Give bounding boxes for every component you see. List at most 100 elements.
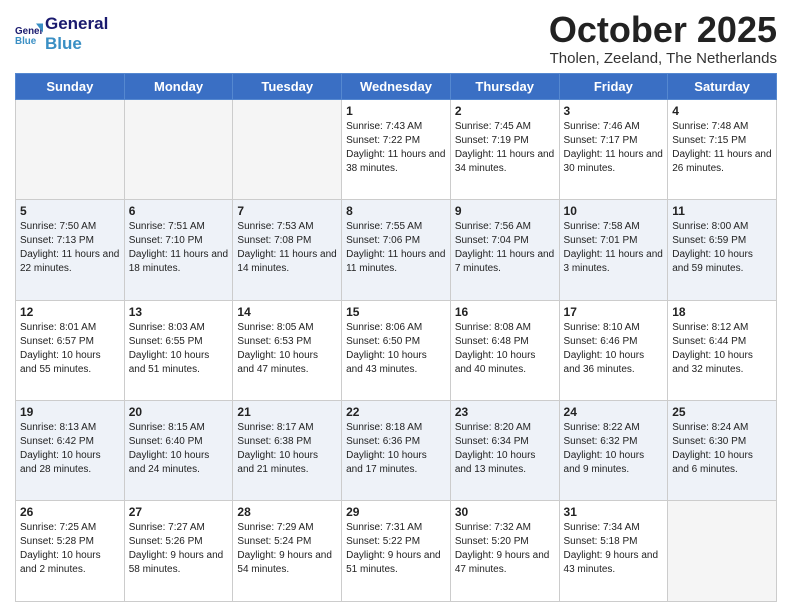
day-info: Sunrise: 8:00 AMSunset: 6:59 PMDaylight:… [672,220,772,276]
calendar-week-row: 1 Sunrise: 7:43 AMSunset: 7:22 PMDaylight… [16,99,777,199]
calendar-cell: 31Sunrise: 7:34 AMSunset: 5:18 PMDayligh… [559,501,668,602]
day-number: 8 [346,204,446,218]
day-number: 15 [346,305,446,319]
logo-general: General [45,14,108,34]
day-number: 12 [20,305,120,319]
day-info: Sunrise: 8:10 AMSunset: 6:46 PMDaylight:… [564,321,664,377]
calendar-cell [16,99,125,199]
calendar-cell: 17 Sunrise: 8:10 AMSunset: 6:46 PMDayligh… [559,300,668,400]
weekday-header-thursday: Thursday [450,73,559,99]
calendar-table: SundayMondayTuesdayWednesdayThursdayFrid… [15,73,777,602]
day-number: 13 [129,305,229,319]
calendar-cell [233,99,342,199]
day-info: Sunrise: 8:22 AMSunset: 6:32 PMDaylight:… [564,421,664,477]
logo-blue: Blue [45,34,108,54]
calendar-cell [668,501,777,602]
calendar-cell: 27Sunrise: 7:27 AMSunset: 5:26 PMDayligh… [124,501,233,602]
day-number: 17 [564,305,664,319]
day-number: 18 [672,305,772,319]
day-info: Sunrise: 7:27 AMSunset: 5:26 PMDaylight:… [129,521,229,577]
day-info: Sunrise: 7:51 AMSunset: 7:10 PMDaylight:… [129,220,229,276]
calendar-cell: 7 Sunrise: 7:53 AMSunset: 7:08 PMDaylight… [233,200,342,300]
weekday-header-row: SundayMondayTuesdayWednesdayThursdayFrid… [16,73,777,99]
day-number: 1 [346,104,446,118]
calendar-cell: 30 Sunrise: 7:32 AMSunset: 5:20 PMDayligh… [450,501,559,602]
location-subtitle: Tholen, Zeeland, The Netherlands [549,50,777,67]
calendar-cell: 28 Sunrise: 7:29 AMSunset: 5:24 PMDayligh… [233,501,342,602]
day-info: Sunrise: 8:05 AMSunset: 6:53 PMDaylight:… [237,321,337,377]
calendar-cell: 16 Sunrise: 8:08 AMSunset: 6:48 PMDayligh… [450,300,559,400]
day-info: Sunrise: 7:50 AMSunset: 7:13 PMDaylight:… [20,220,120,276]
calendar-cell: 18 Sunrise: 8:12 AMSunset: 6:44 PMDayligh… [668,300,777,400]
weekday-header-sunday: Sunday [16,73,125,99]
weekday-header-wednesday: Wednesday [342,73,451,99]
day-number: 20 [129,405,229,419]
header: General Blue General Blue October 2025 T… [15,10,777,67]
calendar-cell: 19 Sunrise: 8:13 AMSunset: 6:42 PMDayligh… [16,401,125,501]
calendar-week-row: 12Sunrise: 8:01 AMSunset: 6:57 PMDayligh… [16,300,777,400]
calendar-cell: 26 Sunrise: 7:25 AMSunset: 5:28 PMDayligh… [16,501,125,602]
calendar-cell: 3 Sunrise: 7:46 AMSunset: 7:17 PMDaylight… [559,99,668,199]
day-number: 24 [564,405,664,419]
day-number: 26 [20,505,120,519]
day-info: Sunrise: 8:24 AMSunset: 6:30 PMDaylight:… [672,421,772,477]
day-info: Sunrise: 8:15 AMSunset: 6:40 PMDaylight:… [129,421,229,477]
day-number: 14 [237,305,337,319]
calendar-cell: 4 Sunrise: 7:48 AMSunset: 7:15 PMDaylight… [668,99,777,199]
month-title: October 2025 [549,10,777,50]
weekday-header-monday: Monday [124,73,233,99]
calendar-week-row: 19 Sunrise: 8:13 AMSunset: 6:42 PMDayligh… [16,401,777,501]
calendar-cell: 2 Sunrise: 7:45 AMSunset: 7:19 PMDaylight… [450,99,559,199]
day-info: Sunrise: 7:58 AMSunset: 7:01 PMDaylight:… [564,220,664,276]
day-number: 23 [455,405,555,419]
weekday-header-friday: Friday [559,73,668,99]
day-info: Sunrise: 8:12 AMSunset: 6:44 PMDaylight:… [672,321,772,377]
title-block: October 2025 Tholen, Zeeland, The Nether… [549,10,777,67]
day-info: Sunrise: 7:32 AMSunset: 5:20 PMDaylight:… [455,521,555,577]
svg-text:Blue: Blue [15,35,37,46]
day-info: Sunrise: 7:46 AMSunset: 7:17 PMDaylight:… [564,120,664,176]
page: General Blue General Blue October 2025 T… [0,0,792,612]
day-number: 5 [20,204,120,218]
calendar-cell: 13Sunrise: 8:03 AMSunset: 6:55 PMDayligh… [124,300,233,400]
logo: General Blue General Blue [15,14,108,53]
day-number: 22 [346,405,446,419]
weekday-header-tuesday: Tuesday [233,73,342,99]
day-number: 29 [346,505,446,519]
day-info: Sunrise: 8:13 AMSunset: 6:42 PMDaylight:… [20,421,120,477]
calendar-cell: 1 Sunrise: 7:43 AMSunset: 7:22 PMDaylight… [342,99,451,199]
calendar-week-row: 26 Sunrise: 7:25 AMSunset: 5:28 PMDayligh… [16,501,777,602]
weekday-header-saturday: Saturday [668,73,777,99]
day-info: Sunrise: 7:25 AMSunset: 5:28 PMDaylight:… [20,521,120,577]
calendar-cell: 15 Sunrise: 8:06 AMSunset: 6:50 PMDayligh… [342,300,451,400]
day-number: 3 [564,104,664,118]
calendar-cell [124,99,233,199]
day-number: 25 [672,405,772,419]
day-number: 16 [455,305,555,319]
calendar-cell: 25 Sunrise: 8:24 AMSunset: 6:30 PMDayligh… [668,401,777,501]
day-number: 7 [237,204,337,218]
day-info: Sunrise: 7:31 AMSunset: 5:22 PMDaylight:… [346,521,446,577]
day-info: Sunrise: 8:08 AMSunset: 6:48 PMDaylight:… [455,321,555,377]
day-info: Sunrise: 8:17 AMSunset: 6:38 PMDaylight:… [237,421,337,477]
calendar-cell: 5 Sunrise: 7:50 AMSunset: 7:13 PMDaylight… [16,200,125,300]
calendar-week-row: 5 Sunrise: 7:50 AMSunset: 7:13 PMDaylight… [16,200,777,300]
day-info: Sunrise: 7:48 AMSunset: 7:15 PMDaylight:… [672,120,772,176]
day-info: Sunrise: 7:45 AMSunset: 7:19 PMDaylight:… [455,120,555,176]
day-info: Sunrise: 8:20 AMSunset: 6:34 PMDaylight:… [455,421,555,477]
day-number: 28 [237,505,337,519]
day-number: 19 [20,405,120,419]
day-number: 2 [455,104,555,118]
day-info: Sunrise: 8:06 AMSunset: 6:50 PMDaylight:… [346,321,446,377]
day-info: Sunrise: 7:56 AMSunset: 7:04 PMDaylight:… [455,220,555,276]
day-number: 4 [672,104,772,118]
day-info: Sunrise: 7:29 AMSunset: 5:24 PMDaylight:… [237,521,337,577]
day-info: Sunrise: 7:43 AMSunset: 7:22 PMDaylight:… [346,120,446,176]
day-number: 9 [455,204,555,218]
day-number: 30 [455,505,555,519]
calendar-cell: 20 Sunrise: 8:15 AMSunset: 6:40 PMDayligh… [124,401,233,501]
day-info: Sunrise: 7:34 AMSunset: 5:18 PMDaylight:… [564,521,664,577]
day-info: Sunrise: 7:53 AMSunset: 7:08 PMDaylight:… [237,220,337,276]
logo-icon: General Blue [15,20,43,48]
calendar-cell: 6Sunrise: 7:51 AMSunset: 7:10 PMDaylight… [124,200,233,300]
